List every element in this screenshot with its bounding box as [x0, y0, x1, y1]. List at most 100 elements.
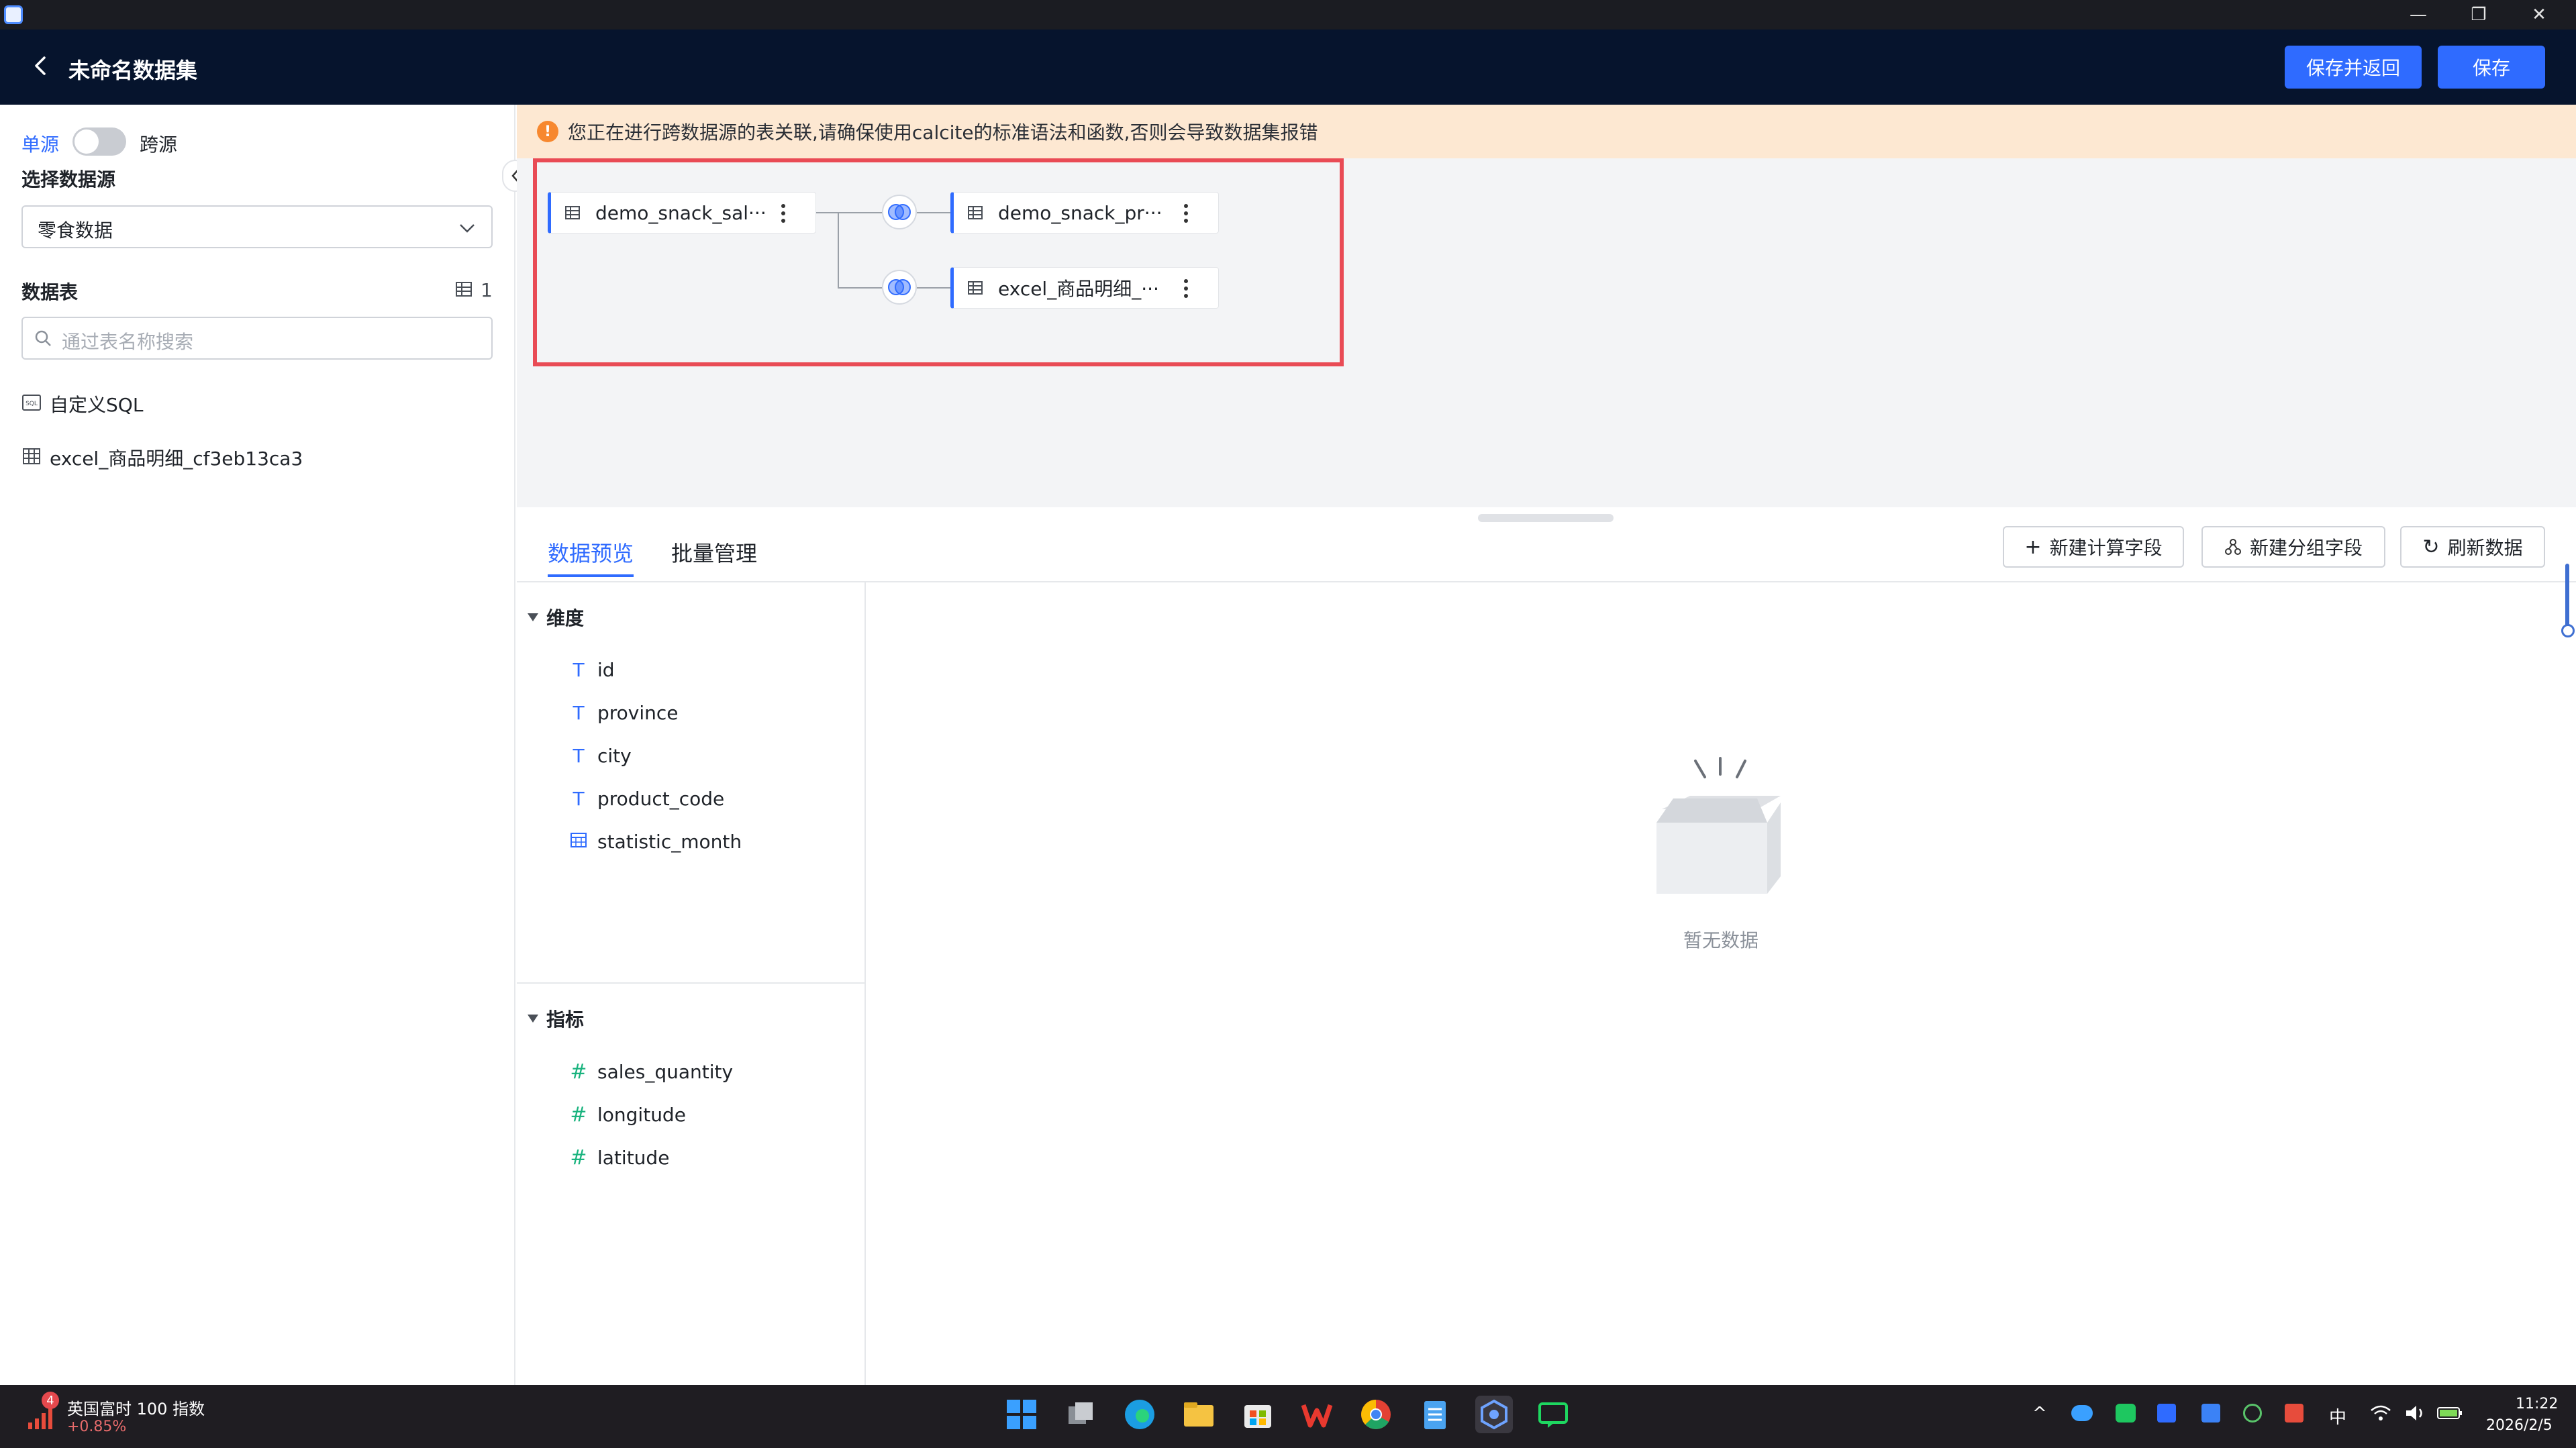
text-type-icon: T — [573, 702, 585, 724]
volume-icon[interactable] — [2404, 1404, 2427, 1427]
table-search-input[interactable]: 通过表名称搜索 — [21, 317, 493, 360]
page-title: 未命名数据集 — [68, 58, 198, 83]
caret-down-icon — [528, 1015, 538, 1023]
store-icon[interactable] — [1239, 1396, 1277, 1433]
active-app-icon[interactable] — [1475, 1396, 1513, 1433]
onedrive-icon[interactable] — [2071, 1405, 2093, 1421]
dimensions-group-header[interactable]: 维度 — [528, 604, 584, 631]
notepad-icon[interactable] — [1416, 1396, 1454, 1433]
field-name: statistic_month — [597, 831, 742, 853]
chat-app-icon[interactable] — [1534, 1396, 1572, 1433]
field-item[interactable]: T id — [568, 659, 614, 681]
restore-button[interactable]: ❐ — [2448, 0, 2509, 30]
mode-cross-label[interactable]: 跨源 — [140, 130, 177, 157]
search-placeholder: 通过表名称搜索 — [62, 331, 194, 353]
close-button[interactable]: ✕ — [2509, 0, 2569, 30]
refresh-data-button[interactable]: ↻ 刷新数据 — [2400, 526, 2545, 568]
tab-batch-manage[interactable]: 批量管理 — [671, 537, 757, 568]
number-type-icon: # — [570, 1103, 587, 1127]
wifi-icon[interactable] — [2369, 1404, 2392, 1427]
notification-badge: 4 — [42, 1392, 59, 1409]
table-icon — [21, 447, 42, 466]
minimize-button[interactable]: — — [2388, 0, 2448, 30]
chevron-down-icon — [458, 219, 477, 238]
wps-icon[interactable] — [1298, 1396, 1336, 1433]
number-type-icon: # — [570, 1060, 587, 1084]
save-button[interactable]: 保存 — [2438, 46, 2545, 89]
app-tray-icon[interactable] — [2201, 1404, 2220, 1423]
sidebar-item-excel-table[interactable]: excel_商品明细_cf3eb13ca3 — [50, 444, 303, 471]
chrome-icon[interactable] — [1357, 1396, 1395, 1433]
field-item[interactable]: T city — [568, 745, 632, 767]
refresh-icon: ↻ — [2422, 535, 2440, 559]
selected-source: 零食数据 — [38, 219, 113, 242]
field-name: province — [597, 702, 679, 724]
active-tab-indicator — [548, 574, 634, 577]
edge-browser-icon[interactable] — [1121, 1396, 1158, 1433]
file-explorer-icon[interactable] — [1180, 1396, 1218, 1433]
battery-icon[interactable] — [2436, 1404, 2463, 1427]
measures-label: 指标 — [546, 1009, 585, 1031]
ime-indicator[interactable]: 中 — [2329, 1404, 2346, 1429]
measures-group-header[interactable]: 指标 — [528, 1005, 584, 1032]
field-item[interactable]: T product_code — [568, 788, 724, 810]
task-view-icon[interactable] — [1062, 1396, 1099, 1433]
plus-icon: + — [2024, 535, 2042, 559]
caret-down-icon — [528, 613, 538, 621]
warning-icon: ! — [537, 121, 558, 142]
window-titlebar — [0, 0, 2576, 30]
app-icon — [4, 5, 23, 24]
field-item[interactable]: # longitude — [568, 1103, 686, 1127]
clock-time[interactable]: 11:22 — [2516, 1396, 2558, 1412]
search-icon — [34, 329, 52, 348]
stock-widget-title[interactable]: 英国富时 100 指数 — [67, 1396, 205, 1419]
scrollbar-handle[interactable] — [2561, 624, 2575, 637]
back-icon[interactable] — [30, 54, 54, 78]
date-type-icon — [568, 831, 589, 853]
field-item[interactable]: # sales_quantity — [568, 1060, 733, 1084]
field-item[interactable]: statistic_month — [568, 831, 742, 853]
field-item[interactable]: # latitude — [568, 1146, 669, 1170]
app-tray-icon[interactable] — [2285, 1404, 2303, 1423]
text-type-icon: T — [573, 745, 585, 767]
select-source-label: 选择数据源 — [21, 168, 116, 191]
stock-widget-change: +0.85% — [67, 1418, 127, 1435]
os-taskbar — [0, 1385, 2576, 1448]
mode-single-label[interactable]: 单源 — [21, 130, 59, 157]
text-type-icon: T — [573, 788, 585, 810]
table-count-icon — [455, 280, 473, 298]
save-and-return-button[interactable]: 保存并返回 — [2285, 46, 2422, 89]
empty-state-text: 暂无数据 — [1683, 929, 1759, 951]
new-calc-field-label: 新建计算字段 — [2049, 537, 2163, 559]
svg-text:SQL: SQL — [26, 401, 38, 407]
field-name: product_code — [597, 788, 725, 810]
field-name: longitude — [597, 1104, 686, 1126]
app-tray-icon[interactable] — [2243, 1404, 2262, 1423]
datasource-select[interactable]: 零食数据 — [21, 205, 493, 248]
table-count: 1 — [481, 279, 493, 301]
empty-box-icon — [1643, 756, 1797, 903]
start-icon[interactable] — [1003, 1396, 1040, 1433]
field-name: city — [597, 745, 632, 767]
toggle-knob — [75, 130, 99, 154]
sidebar-item-custom-sql[interactable]: 自定义SQL — [50, 391, 143, 417]
group-icon — [2224, 539, 2241, 555]
group-divider — [517, 982, 866, 984]
new-calc-field-button[interactable]: + 新建计算字段 — [2003, 526, 2184, 568]
sql-icon: SQL — [21, 393, 42, 412]
number-type-icon: # — [570, 1146, 587, 1170]
clock-date[interactable]: 2026/2/5 — [2486, 1417, 2553, 1434]
dingtalk-icon[interactable] — [2157, 1404, 2176, 1423]
wechat-icon[interactable] — [2116, 1404, 2136, 1423]
field-name: latitude — [597, 1147, 670, 1169]
text-type-icon: T — [573, 659, 585, 681]
refresh-data-label: 刷新数据 — [2447, 537, 2523, 559]
new-group-field-button[interactable]: 新建分组字段 — [2201, 526, 2385, 568]
resize-handle[interactable] — [1478, 514, 1614, 522]
highlight-box — [533, 158, 1344, 366]
tray-overflow-icon[interactable]: ^ — [2032, 1404, 2047, 1424]
tables-label: 数据表 — [21, 281, 79, 303]
tab-data-preview[interactable]: 数据预览 — [548, 537, 634, 568]
field-item[interactable]: T province — [568, 702, 679, 724]
warning-text: 您正在进行跨数据源的表关联,请确保使用calcite的标准语法和函数,否则会导致… — [568, 121, 1318, 144]
